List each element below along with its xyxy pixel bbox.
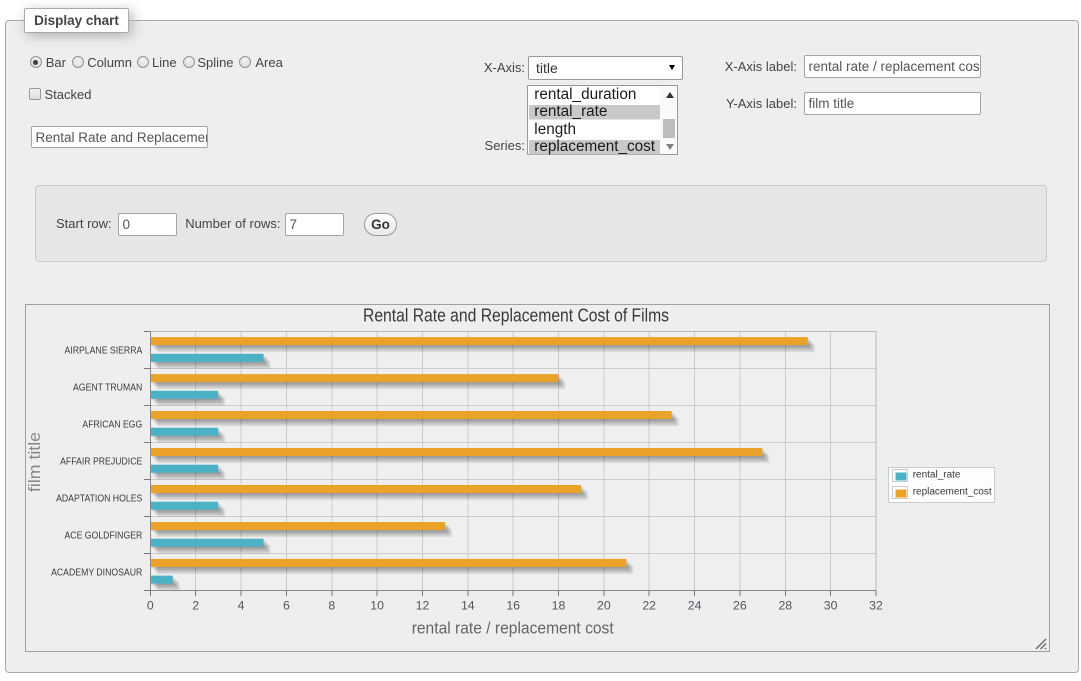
svg-text:12: 12 xyxy=(416,599,430,613)
svg-text:26: 26 xyxy=(733,599,747,613)
svg-text:28: 28 xyxy=(778,599,792,613)
svg-text:6: 6 xyxy=(283,599,290,613)
svg-text:ADAPTATION HOLES: ADAPTATION HOLES xyxy=(56,493,142,505)
svg-text:AFRICAN EGG: AFRICAN EGG xyxy=(82,419,142,431)
svg-text:AFFAIR PREJUDICE: AFFAIR PREJUDICE xyxy=(60,456,142,468)
svg-text:4: 4 xyxy=(238,599,245,613)
svg-text:10: 10 xyxy=(370,599,384,613)
svg-text:2: 2 xyxy=(192,599,199,613)
svg-text:18: 18 xyxy=(552,599,566,613)
svg-text:replacement_cost: replacement_cost xyxy=(913,486,992,497)
svg-text:22: 22 xyxy=(642,599,656,613)
svg-text:rental_rate: rental_rate xyxy=(913,470,961,481)
svg-text:ACE GOLDFINGER: ACE GOLDFINGER xyxy=(65,530,143,542)
svg-text:14: 14 xyxy=(461,599,475,613)
svg-text:Rental Rate and Replacement Co: Rental Rate and Replacement Cost of Film… xyxy=(363,306,669,326)
svg-text:0: 0 xyxy=(147,599,154,613)
svg-text:AGENT TRUMAN: AGENT TRUMAN xyxy=(73,382,142,394)
svg-text:8: 8 xyxy=(328,599,335,613)
svg-text:AIRPLANE SIERRA: AIRPLANE SIERRA xyxy=(65,345,143,357)
svg-text:16: 16 xyxy=(506,599,520,613)
svg-text:24: 24 xyxy=(688,599,702,613)
svg-text:film title: film title xyxy=(26,432,44,492)
svg-text:32: 32 xyxy=(869,599,883,613)
svg-text:ACADEMY DINOSAUR: ACADEMY DINOSAUR xyxy=(51,567,143,579)
svg-text:30: 30 xyxy=(824,599,838,613)
svg-text:rental rate / replacement cost: rental rate / replacement cost xyxy=(412,618,614,637)
svg-text:20: 20 xyxy=(597,599,611,613)
